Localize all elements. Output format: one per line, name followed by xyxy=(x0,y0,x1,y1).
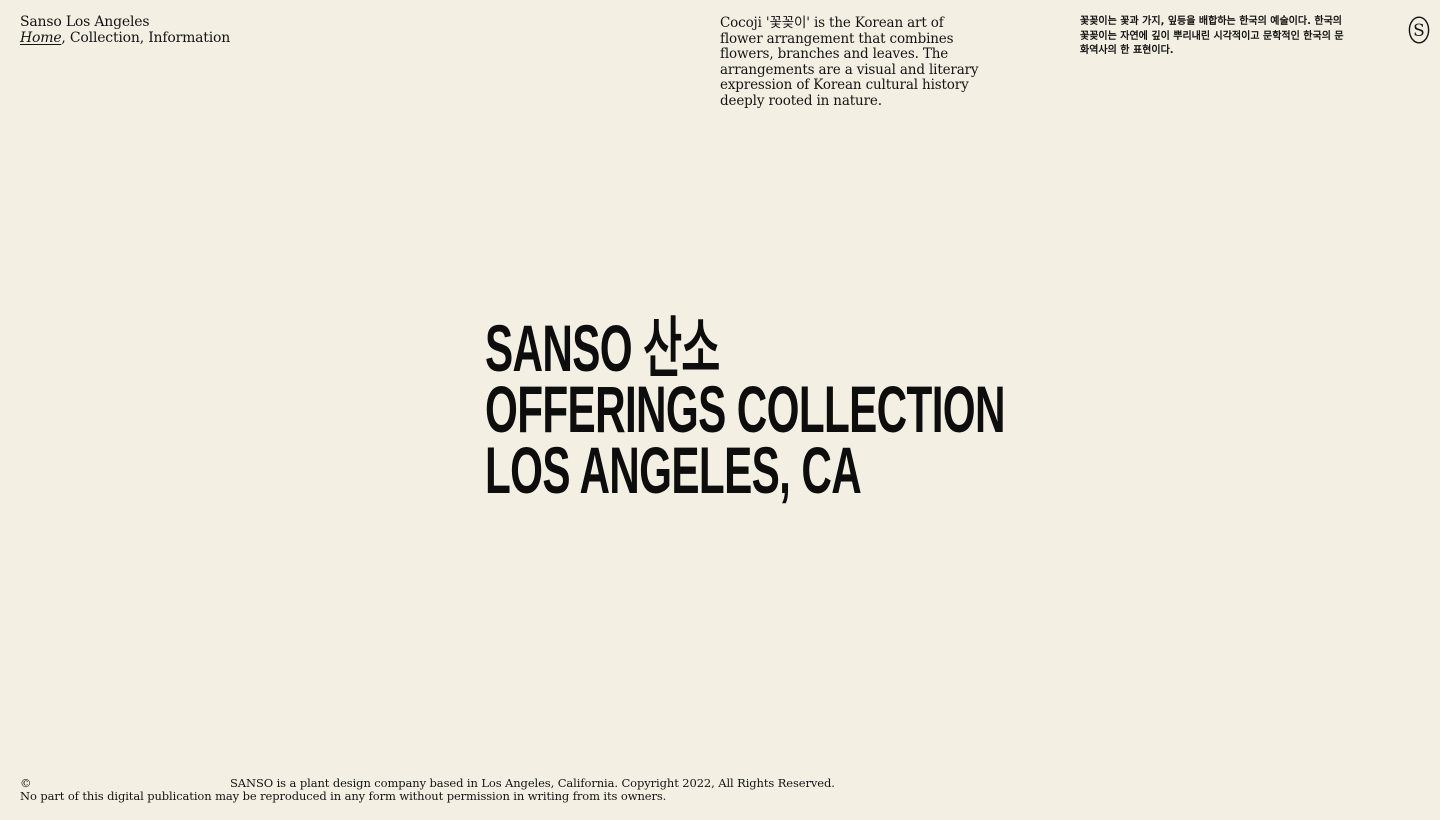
intro-korean-text: 꽃꽂이는 꽃과 가지, 잎등을 배합하는 한국의 예술이다. 한국의 꽃꽂이는 … xyxy=(1080,16,1344,56)
logo-letter: S xyxy=(1413,21,1425,41)
nav-separator: , xyxy=(61,30,70,46)
nav-collection-link[interactable]: Collection xyxy=(70,30,140,46)
nav-information-link[interactable]: Information xyxy=(148,30,230,46)
copyright-symbol: © xyxy=(20,776,32,790)
site-header: Sanso Los Angeles Home, Collection, Info… xyxy=(20,14,230,46)
copyright-text: SANSO is a plant design company based in… xyxy=(230,776,835,790)
site-footer: © SANSO is a plant design company based … xyxy=(20,777,920,803)
nav-home-link[interactable]: Home xyxy=(20,30,62,46)
footer-copyright-row: © SANSO is a plant design company based … xyxy=(20,777,920,790)
sanso-logo-icon[interactable]: S xyxy=(1408,16,1430,44)
intro-english-text: Cocoji '꽃꽂이' is the Korean art of flower… xyxy=(720,15,979,109)
reproduction-notice: No part of this digital publication may … xyxy=(20,789,667,803)
hero-title-line-2: OFFERINGS COLLECTION xyxy=(485,372,1006,446)
hero-title: SANSO 산소 OFFERINGS COLLECTION LOS ANGELE… xyxy=(485,311,1006,507)
hero-title-line-1: SANSO 산소 xyxy=(485,311,720,385)
site-name: Sanso Los Angeles xyxy=(20,14,150,30)
main-nav: Home, Collection, Information xyxy=(20,30,230,46)
hero-title-line-3: LOS ANGELES, CA xyxy=(485,433,862,507)
logo-oval-svg: S xyxy=(1408,16,1430,44)
nav-separator: , xyxy=(139,30,149,46)
